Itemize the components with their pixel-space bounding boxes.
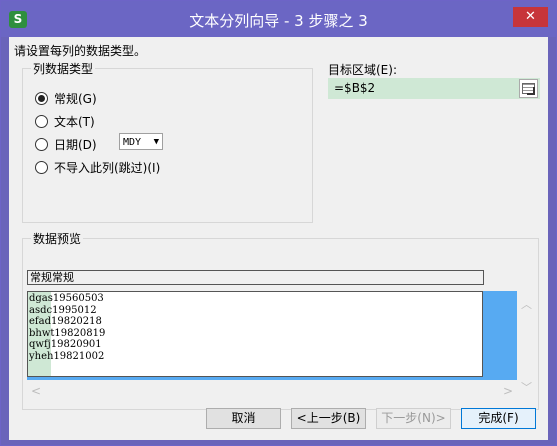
column-type-group: 列数据类型 常规(G) 文本(T) 日期(D) MDY ▼ 不导入此列(跳过)(… [22,60,313,223]
text-to-columns-dialog: S 文本分列向导 - 3 步骤之 3 ✕ 请设置每列的数据类型。 列数据类型 常… [0,0,557,446]
scroll-down-icon[interactable]: ﹀ [521,379,532,395]
dropdown-arrow-icon: ▼ [153,137,159,147]
radio-text-label: 文本(T) [54,115,95,129]
close-button[interactable]: ✕ [513,7,548,27]
radio-skip[interactable]: 不导入此列(跳过)(I) [35,159,160,176]
radio-general-label: 常规(G) [54,92,97,106]
date-format-select[interactable]: MDY ▼ [119,133,163,150]
preview-row: bhwt19820819 [29,327,106,339]
instruction-text: 请设置每列的数据类型。 [14,44,147,58]
scroll-left-icon[interactable]: < [31,384,41,398]
data-preview-legend: 数据预览 [31,230,84,247]
radio-general[interactable]: 常规(G) [35,90,97,107]
preview-row: asdc1995012 [29,304,97,316]
date-format-value: MDY [123,137,142,148]
data-preview-group: 数据预览 常规常规 dgas19560503 asdc1995012 efad1… [22,230,539,410]
cancel-button[interactable]: 取消 [206,408,281,429]
radio-text[interactable]: 文本(T) [35,113,95,130]
dialog-body: 请设置每列的数据类型。 列数据类型 常规(G) 文本(T) 日期(D) MDY … [9,37,548,440]
radio-button[interactable] [35,115,48,128]
column-type-legend: 列数据类型 [31,60,96,77]
vertical-scrollbar[interactable]: ︿ ﹀ [517,291,536,395]
radio-button-checked[interactable] [35,92,48,105]
preview-row: efad19820218 [29,316,102,327]
range-select-icon[interactable] [519,79,538,98]
radio-skip-label: 不导入此列(跳过)(I) [54,161,161,175]
scroll-up-icon[interactable]: ︿ [521,296,532,312]
next-button[interactable]: 下一步(N)> [376,408,451,429]
preview-data-area[interactable]: dgas19560503 asdc1995012 efad19820218 bh… [27,291,483,377]
title-bar: S 文本分列向导 - 3 步骤之 3 ✕ [1,1,556,37]
preview-row: dgas19560503 [29,293,104,304]
back-button[interactable]: <上一步(B) [291,408,366,429]
preview-rows: dgas19560503 asdc1995012 efad19820218 bh… [29,293,105,362]
finish-button[interactable]: 完成(F) [461,408,536,429]
column-type-header[interactable]: 常规常规 [27,270,484,285]
target-label: 目标区域(E): [328,63,397,77]
scroll-right-icon[interactable]: > [503,384,513,398]
preview-row: qwfj19820901 [29,339,102,350]
dialog-title: 文本分列向导 - 3 步骤之 3 [189,12,368,30]
radio-button[interactable] [35,138,48,151]
radio-date[interactable]: 日期(D) MDY ▼ [35,133,163,153]
radio-button[interactable] [35,161,48,174]
radio-date-label: 日期(D) [54,138,97,152]
preview-row: yheh19821002 [29,350,105,362]
target-range-value: =$B$2 [334,81,376,95]
target-range-input[interactable]: =$B$2 [328,78,540,99]
